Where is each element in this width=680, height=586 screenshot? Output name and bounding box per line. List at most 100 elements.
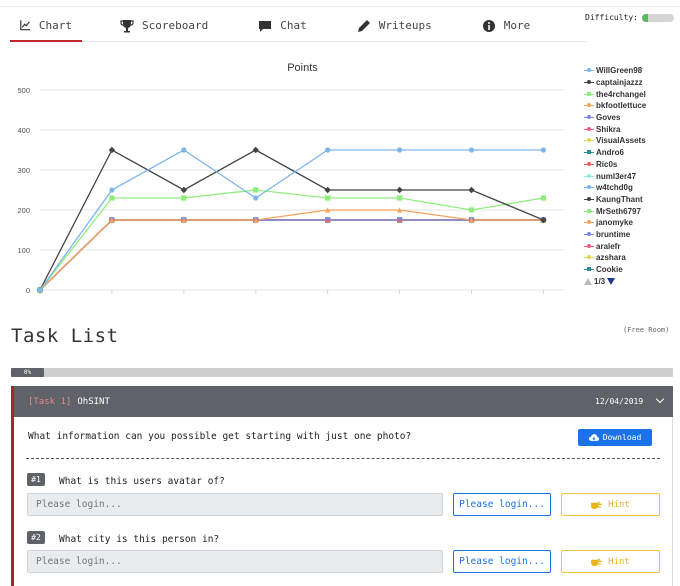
tab-writeups[interactable]: Writeups [347, 10, 442, 41]
legend-label: Cookie [596, 265, 623, 275]
line-chart-icon [20, 20, 31, 31]
data-point [108, 146, 116, 154]
legend-item[interactable]: numl3er47 [584, 170, 646, 182]
data-point [181, 147, 187, 153]
download-button[interactable]: Download [578, 429, 652, 446]
legend-label: bruntime [596, 229, 631, 239]
legend-item[interactable]: Goves [584, 112, 646, 124]
difficulty-bar [641, 13, 674, 22]
tab-scoreboard[interactable]: Scoreboard [110, 10, 218, 41]
legend-label: VisualAssets [596, 136, 646, 146]
legend-item[interactable]: Cookie [584, 264, 646, 276]
legend-swatch-marker [587, 255, 591, 260]
series-line [39, 219, 544, 291]
legend-item[interactable]: Ric0s [584, 159, 646, 171]
legend-item[interactable]: Shikra [584, 123, 646, 135]
data-point [396, 186, 403, 194]
series-line [39, 219, 544, 291]
legend-label: numl3er47 [596, 171, 637, 181]
legend-swatch [584, 207, 594, 215]
legend-item[interactable]: KaungThant [584, 194, 646, 206]
legend-swatch-marker [587, 220, 591, 225]
legend-swatch-marker [587, 231, 591, 236]
data-point [253, 187, 259, 193]
dashed-divider [26, 458, 660, 459]
tab-chat[interactable]: Chat [248, 10, 317, 41]
tab-more-label: More [503, 19, 531, 32]
question-2-badge: #2 [27, 531, 45, 544]
legend-label: bkfootlettuce [596, 101, 647, 111]
data-point [468, 207, 475, 213]
legend-swatch-marker [587, 126, 591, 131]
top-divider [0, 6, 680, 7]
chevron-down-icon[interactable] [655, 394, 665, 404]
series-line [39, 219, 544, 291]
hand-pointer-icon [591, 557, 602, 566]
legend-item[interactable]: janomyke [584, 217, 646, 229]
legend-item[interactable]: the4rchangel [584, 88, 646, 100]
legend-swatch [584, 137, 594, 145]
legend-label: KaungThant [596, 194, 643, 204]
legend-item[interactable]: azshara [584, 252, 646, 264]
room-type-label: (Free Room) [623, 326, 670, 334]
question-1-submit-button[interactable]: Please login... [453, 493, 551, 516]
series-line [39, 219, 544, 291]
tab-chart-label: Chart [38, 18, 72, 32]
y-tick-label: 400 [17, 126, 30, 135]
legend-label: Ric0s [596, 159, 618, 169]
legend-swatch [584, 90, 594, 98]
legend-swatch-marker [587, 103, 591, 108]
series-line [39, 219, 544, 291]
legend-page-indicator: 1/3 [594, 277, 606, 287]
legend-next-arrow-icon[interactable] [607, 278, 616, 286]
y-tick-label: 100 [17, 246, 30, 255]
chat-bubble-icon [259, 20, 272, 32]
data-point [396, 195, 403, 201]
legend-item[interactable]: WillGreen98 [584, 65, 646, 77]
info-circle-icon [482, 19, 495, 32]
data-point [540, 147, 547, 153]
legend-prev-arrow-icon[interactable] [584, 278, 592, 286]
data-point [325, 195, 331, 201]
legend-swatch [584, 114, 594, 122]
question-2-text: What city is this person in? [59, 534, 220, 545]
legend-item[interactable]: MrSeth6797 [584, 205, 646, 217]
y-tick-label: 0 [26, 286, 30, 295]
legend-label: Goves [596, 113, 621, 123]
question-2-answer-input[interactable] [27, 550, 443, 573]
question-1-hint-button[interactable]: Hint [561, 493, 660, 516]
legend-label: janomyke [596, 218, 633, 228]
question-1-badge: #1 [27, 473, 45, 486]
legend-item[interactable]: captainjazzz [584, 77, 646, 89]
question-2-hint-label: Hint [608, 556, 630, 567]
legend-swatch [584, 160, 594, 168]
legend-swatch [584, 102, 594, 110]
series-line [39, 219, 544, 291]
question-1-text: What is this users avatar of? [59, 476, 225, 487]
legend-item[interactable]: aralefr [584, 240, 646, 252]
task-header[interactable]: [Task 1] OhSINT 12/04/2019 [11, 386, 673, 417]
task-number: [Task 1] [28, 396, 72, 407]
legend-item[interactable]: bkfootlettuce [584, 100, 646, 112]
legend-swatch-marker [587, 196, 591, 201]
tab-chart[interactable]: Chart [10, 10, 82, 42]
data-point [180, 186, 188, 194]
data-point [396, 147, 403, 153]
question-2-submit-button[interactable]: Please login... [453, 550, 551, 573]
data-point [468, 147, 475, 153]
series-line [39, 219, 544, 291]
task-progress-bar: 0% [11, 368, 673, 377]
series-line [39, 219, 544, 291]
task-name: OhSINT [77, 396, 110, 407]
legend-item[interactable]: w4tchd0g [584, 182, 646, 194]
legend-item[interactable]: VisualAssets [584, 135, 646, 147]
y-tick-label: 300 [17, 166, 30, 175]
question-2-hint-button[interactable]: Hint [561, 550, 660, 573]
tab-more[interactable]: More [472, 10, 541, 41]
legend-item[interactable]: bruntime [584, 229, 646, 241]
legend-item[interactable]: Andro6 [584, 147, 646, 159]
difficulty-label: Difficulty: [585, 13, 638, 22]
question-1-answer-input[interactable] [27, 493, 443, 516]
legend-label: Shikra [596, 124, 621, 134]
legend-swatch [584, 67, 594, 75]
